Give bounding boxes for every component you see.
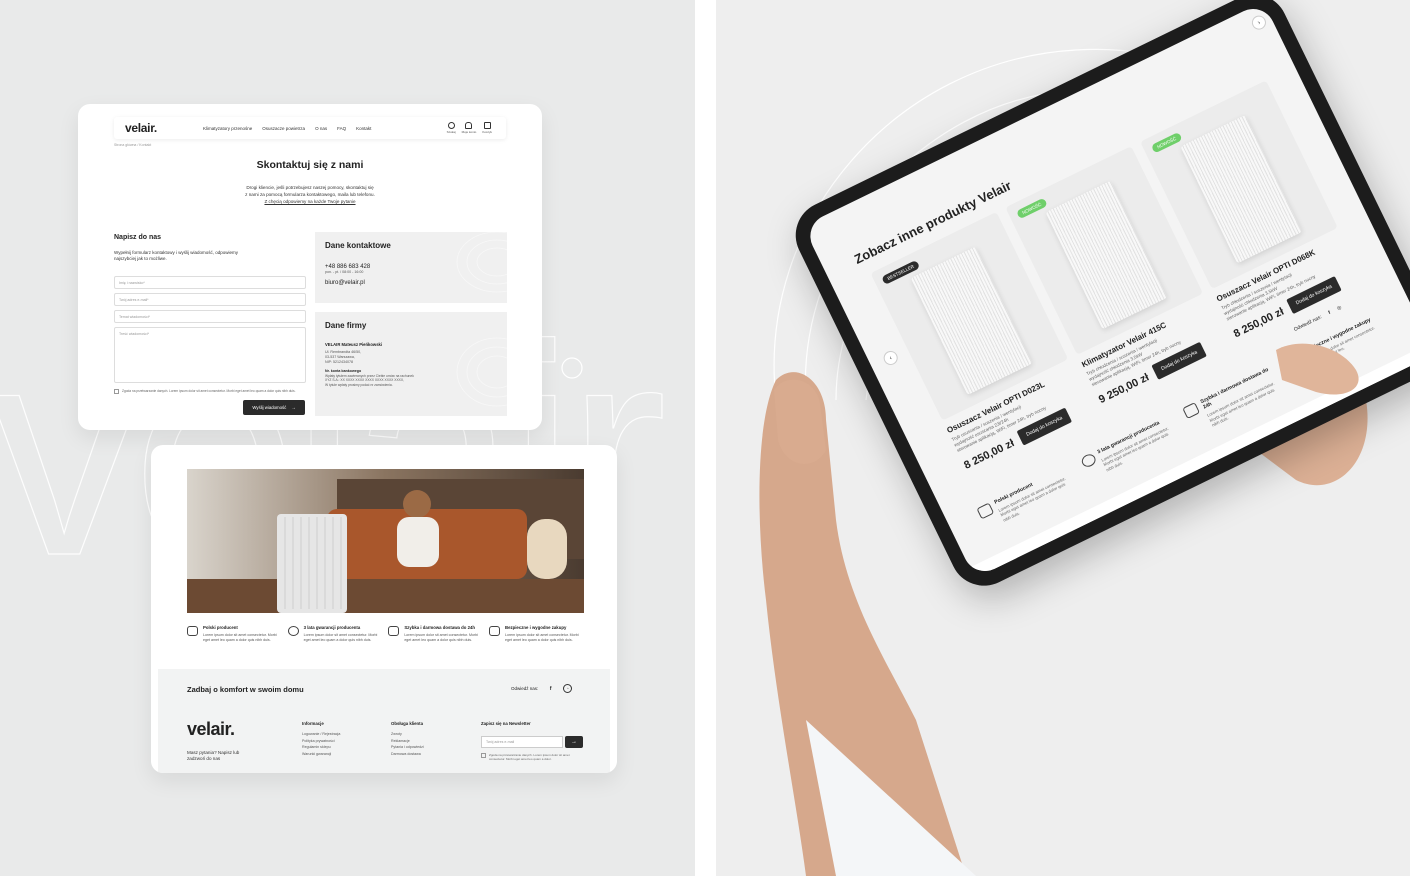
intro-link[interactable]: Z chęcią odpowiemy na każde Twoje pytani…: [198, 198, 422, 205]
feature-title: Bezpieczne i wygodne zakupy: [504, 625, 567, 630]
company-details-box: Dane firmy VELAIR Mateusz Pieńkowski Ul.…: [315, 312, 507, 416]
name-field[interactable]: Imię i nazwisko*: [114, 276, 306, 289]
footer-col-info: Informacje Logowanie / Rejestracja Polit…: [302, 721, 340, 757]
cart-label: Koszyk: [482, 130, 492, 134]
send-label: Wyślij wiadomość: [252, 405, 287, 410]
arrow-right-icon: →: [291, 405, 296, 410]
newsletter-consent: Zgoda na przetwarzanie danych. Lorem ips…: [481, 753, 576, 761]
footer-link[interactable]: Logowanie / Rejestracja: [302, 731, 340, 738]
nav-link-about[interactable]: O nas: [315, 126, 327, 131]
footer-link[interactable]: Darmowa dostawa: [391, 751, 424, 758]
feature-desc: Lorem ipsum dolor sit amet consectetur. …: [404, 633, 479, 642]
warranty-badge-icon: [287, 626, 299, 636]
home-page-card: Polski producent Lorem ipsum dolor sit am…: [151, 445, 617, 773]
footer-link[interactable]: Pytania i odpowiedzi: [391, 744, 424, 751]
visit-label: Odwiedź nas:: [511, 686, 539, 691]
social-row: Odwiedź nas: f ◦: [511, 684, 573, 693]
feature-item: Bezpieczne i wygodne zakupy Lorem ipsum d…: [488, 625, 584, 642]
feature-item: Polski producent Lorem ipsum dolor sit am…: [187, 625, 282, 642]
feature-desc: Lorem ipsum dolor sit amet consectetur. …: [504, 633, 579, 642]
newsletter-submit-button[interactable]: →: [565, 736, 583, 748]
decorative-lines: [456, 232, 507, 293]
footer-col-title: Obsługa klienta: [391, 721, 423, 726]
contact-details-box: Dane kontaktowe +48 886 683 428 pon. - p…: [315, 232, 507, 303]
search-label: Szukaj: [446, 130, 456, 134]
top-navigation: velair. Klimatyzatory przenośne Osuszacz…: [114, 117, 506, 139]
consent-text: Zgoda na przetwarzanie danych. Lorem ips…: [122, 389, 296, 393]
facebook-icon[interactable]: f: [546, 684, 555, 693]
footer-link[interactable]: Warunki gwarancji: [302, 751, 340, 758]
feature-desc: Lorem ipsum dolor sit amet consectetur. …: [303, 633, 378, 642]
search-button[interactable]: Szukaj: [447, 122, 456, 134]
footer-col-title: Informacje: [302, 721, 324, 726]
nav-links: Klimatyzatory przenośne Osuszacze powiet…: [203, 126, 371, 131]
account-button[interactable]: Moje konto: [461, 122, 477, 134]
contact-page-card: velair. Klimatyzatory przenośne Osuszacz…: [78, 104, 542, 430]
feature-title: Polski producent: [203, 625, 238, 630]
logo[interactable]: velair.: [125, 121, 203, 135]
nav-link-faq[interactable]: FAQ: [337, 126, 346, 131]
feature-title: 3 lata gwarancji producenta: [303, 625, 361, 630]
poland-map-icon: [187, 626, 198, 636]
intro-line-1: Drogi kliencie, jeśli potrzebujesz nasze…: [246, 185, 374, 190]
credit-card-icon: [488, 626, 500, 636]
feature-item: Szybka i darmowa dostawa do 24h Lorem ips…: [388, 625, 483, 642]
page-title: Skontaktuj się z nami: [256, 159, 364, 171]
message-field[interactable]: Treść wiadomości*: [114, 327, 306, 383]
footer-ask: Masz pytania? Napisz lub zadzwoń do nas: [187, 750, 240, 761]
footer-logo[interactable]: velair.: [187, 719, 235, 740]
decorative-lines: [561, 357, 583, 379]
arrow-right-icon: →: [571, 739, 577, 745]
right-showcase-panel: Zobacz inne produkty Velair ‹ › BESTSELL…: [716, 0, 1410, 876]
newsletter-heading: Zapisz się na Newsletter: [481, 721, 531, 726]
feature-desc: Lorem ipsum dolor sit amet consectetur. …: [203, 633, 277, 642]
newsletter-consent-text: Zgoda na przetwarzanie danych. Lorem ips…: [489, 753, 570, 761]
user-icon: [465, 122, 473, 129]
left-showcase-panel: velair velair. Klimatyzatory przenośne O…: [0, 0, 695, 876]
instagram-icon[interactable]: ◦: [563, 684, 573, 693]
living-room-illustration: [187, 469, 584, 613]
nav-link-dehumidifiers[interactable]: Osuszacze powietrza: [262, 126, 305, 131]
decorative-lines: [456, 337, 507, 407]
nav-link-contact[interactable]: Kontakt: [356, 126, 371, 131]
features-row: Polski producent Lorem ipsum dolor sit am…: [187, 625, 584, 642]
nav-icons: Szukaj Moje konto Koszyk: [447, 122, 492, 134]
form-title: Napisz do nas: [114, 234, 162, 241]
newsletter-title: Zapisz się na Newsletter: [481, 721, 531, 731]
consent-checkbox[interactable]: [114, 389, 119, 394]
nav-link-air-conditioners[interactable]: Klimatyzatory przenośne: [203, 126, 252, 131]
footer-col-service: Obsługa klienta Zwroty Reklamacje Pytani…: [391, 721, 424, 757]
search-icon: [447, 122, 455, 129]
consent-row: Zgoda na przetwarzanie danych. Lorem ips…: [114, 389, 306, 394]
intro-text: Drogi kliencie, jeśli potrzebujesz nasze…: [198, 184, 422, 205]
footer: Zadbaj o komfort w swoim domu Odwiedź na…: [158, 669, 610, 773]
feature-title: Szybka i darmowa dostawa do 24h: [404, 625, 475, 630]
thumb-illustration: [774, 343, 1359, 464]
breadcrumb[interactable]: Strona główna / Kontakt: [114, 143, 151, 147]
feature-item: 3 lata gwarancji producenta Lorem ipsum d…: [287, 625, 383, 642]
newsletter-consent-checkbox[interactable]: [481, 753, 486, 758]
newsletter-email-input[interactable]: Twój adres e-mail: [481, 736, 563, 748]
send-message-button[interactable]: Wyślij wiadomość →: [243, 400, 305, 415]
bag-icon: [483, 122, 491, 129]
intro-line-2: z nami za pomocą formularza kontaktowego…: [245, 192, 375, 197]
delivery-truck-icon: [388, 626, 400, 636]
account-label: Moje konto: [461, 130, 477, 134]
email-field[interactable]: Twój adres e-mail*: [114, 293, 306, 306]
form-description: Wypełnij formularz kontaktowy i wyślij w…: [114, 250, 239, 261]
subject-field[interactable]: Temat wiadomości*: [114, 310, 306, 323]
hero-photo: [187, 469, 584, 613]
footer-tagline: Zadbaj o komfort w swoim domu: [187, 685, 304, 694]
cart-button[interactable]: Koszyk: [482, 122, 492, 134]
